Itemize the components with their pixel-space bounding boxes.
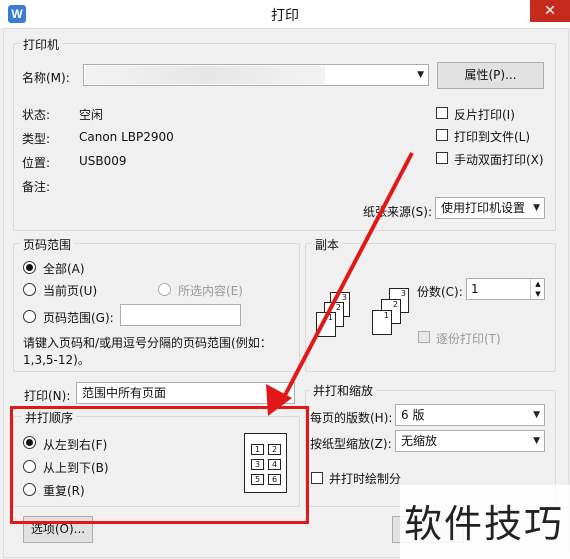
watermark: 软件技巧 xyxy=(400,485,570,559)
watermark-text: 软件技巧 xyxy=(404,502,565,546)
annotation-arrow-icon xyxy=(266,152,414,416)
